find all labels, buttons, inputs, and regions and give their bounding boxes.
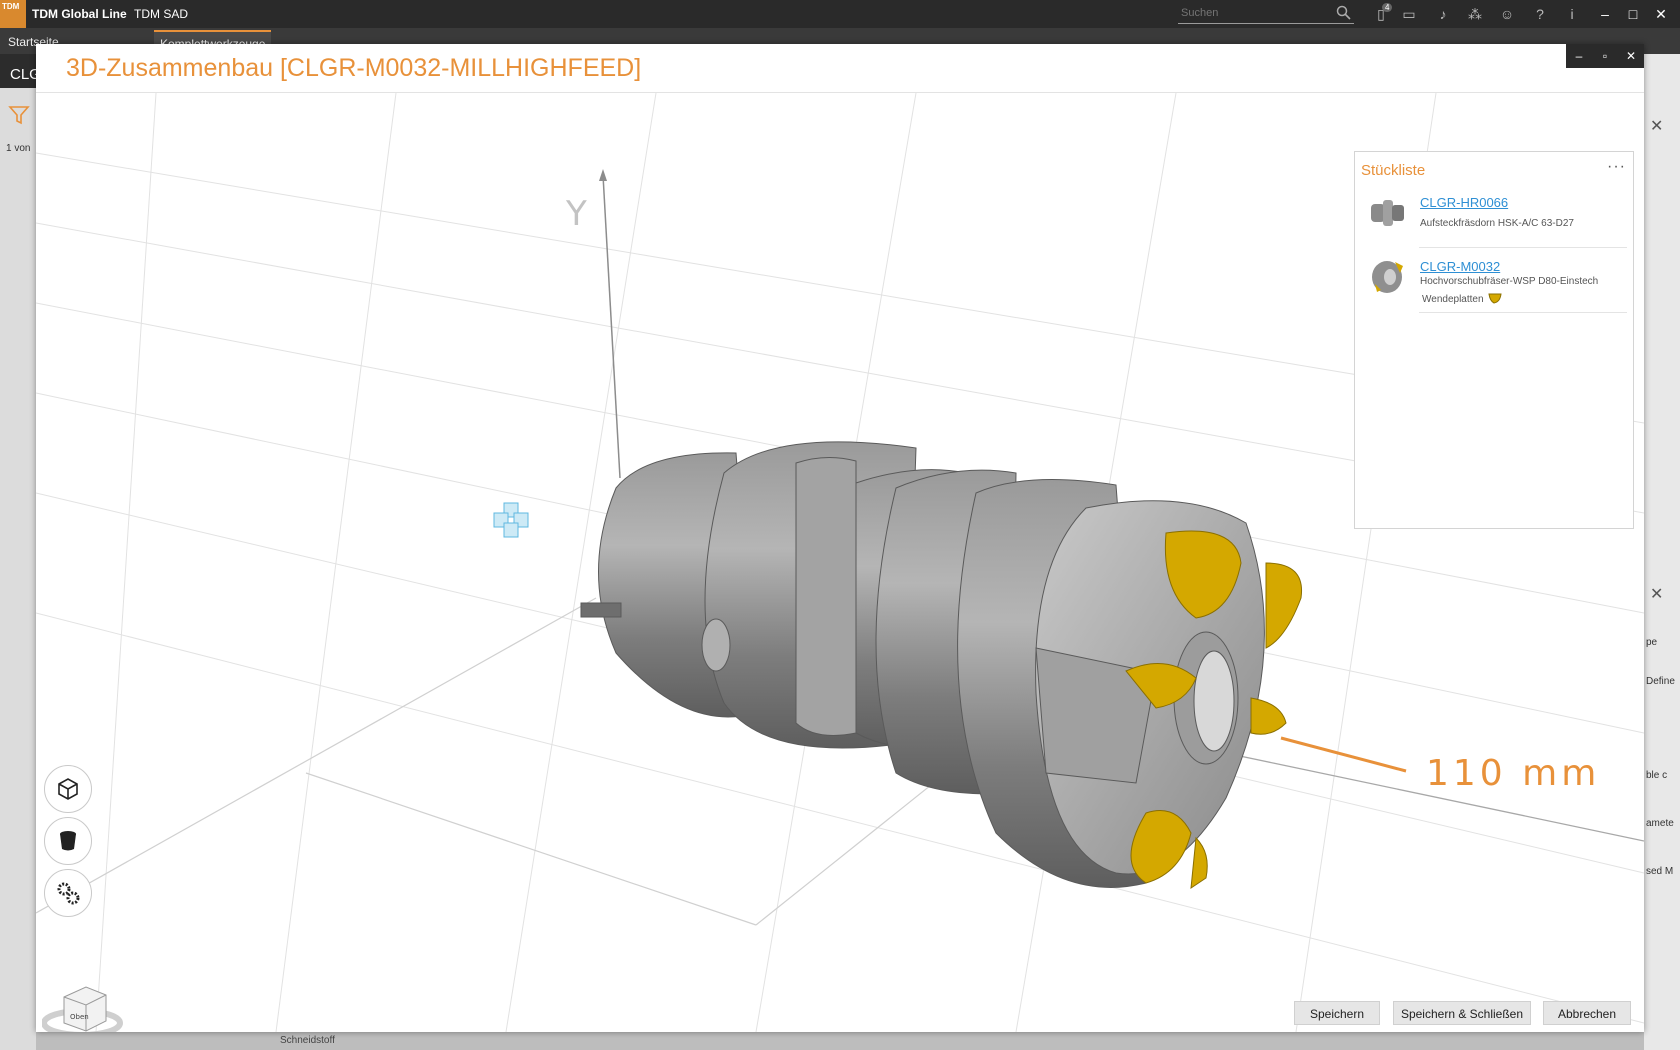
help-icon[interactable]: ? [1531, 5, 1549, 23]
part-description-1: Aufsteckfräsdorn HSK-A/C 63-D27 [1420, 218, 1574, 229]
part-sub-label: Wendeplatten [1422, 294, 1484, 305]
part-divider [1419, 312, 1627, 313]
more-options-icon[interactable]: ··· [1607, 158, 1626, 176]
save-close-button[interactable]: Speichern & Schließen [1393, 1001, 1531, 1025]
page-counter: 1 von [6, 143, 31, 154]
wireframe-cube-icon [58, 778, 78, 800]
view-cube-label: Oben [70, 1013, 89, 1021]
wireframe-view-button[interactable] [44, 765, 92, 813]
y-axis [602, 174, 621, 479]
notification-badge: 4 [1382, 3, 1393, 12]
info-icon[interactable]: i [1563, 5, 1581, 23]
dialog-window-controls: – ▫ ✕ [1566, 44, 1644, 68]
close-panel-icon[interactable]: ✕ [1650, 116, 1663, 136]
search-icon[interactable] [1336, 5, 1352, 21]
dialog-close-button[interactable]: ✕ [1618, 44, 1644, 68]
tdm-logo: TDM [0, 0, 26, 28]
parts-list-title: Stückliste [1361, 162, 1426, 179]
cylinder-icon [60, 831, 76, 851]
dialog-title: 3D-Zusammenbau [CLGR-M0032-MILLHIGHFEED] [66, 54, 642, 82]
dialog-restore-button[interactable]: ▫ [1592, 44, 1618, 68]
search-input[interactable] [1178, 3, 1334, 23]
part-thumbnail [1372, 261, 1403, 293]
bell-icon[interactable]: ♪ [1434, 5, 1452, 23]
close-panel-icon[interactable]: ✕ [1650, 584, 1663, 604]
background-left-field: CLG [0, 54, 41, 88]
module-name: TDM SAD [134, 7, 188, 21]
chat-icon[interactable]: ▭ [1400, 5, 1418, 23]
3d-viewport[interactable]: Y 110 mm Stückliste ··· CLGR-HR0066 Aufs… [36, 93, 1644, 1032]
app-title-bar: TDM TDM Global Line TDM SAD ▯ 4 ▭ ♪ ⁂ ☺ … [0, 0, 1680, 28]
network-icon[interactable]: ⁂ [1466, 5, 1484, 23]
product-name: TDM Global Line [32, 7, 127, 21]
search-box[interactable] [1178, 3, 1354, 24]
maximize-icon[interactable]: □ [1624, 5, 1642, 23]
dimension-line [1280, 736, 1407, 773]
part-description-2: Hochvorschubfräser-WSP D80-Einstech [1420, 276, 1599, 287]
part-divider [1419, 247, 1627, 248]
settings-button[interactable] [44, 869, 92, 917]
solid-view-button[interactable] [44, 817, 92, 865]
background-label: Schneidstoff [280, 1035, 335, 1046]
y-axis-arrow [599, 169, 607, 181]
filter-icon[interactable] [8, 104, 30, 126]
background-right-panel: ✕ ✕ pe Define ble c amete sed M [1644, 54, 1680, 1050]
part-thumbnail [1371, 200, 1404, 226]
part-link-1[interactable]: CLGR-HR0066 [1420, 195, 1508, 210]
y-axis-label: Y [565, 194, 587, 234]
background-left-panel [0, 54, 36, 1050]
minimize-icon[interactable]: – [1596, 5, 1614, 23]
save-button[interactable]: Speichern [1294, 1001, 1380, 1025]
cancel-button[interactable]: Abbrechen [1543, 1001, 1631, 1025]
user-icon[interactable]: ☺ [1498, 5, 1516, 23]
dimension-label: 110 mm [1426, 753, 1600, 794]
tool-assembly-model[interactable] [580, 441, 1303, 890]
parts-list-panel: Stückliste ··· CLGR-HR0066 Aufsteckfräsd… [1354, 151, 1634, 529]
assembly-dialog: 3D-Zusammenbau [CLGR-M0032-MILLHIGHFEED]… [36, 44, 1644, 1032]
insert-icon [1488, 293, 1502, 304]
view-cube[interactable]: Oben [42, 983, 126, 1032]
part-link-2[interactable]: CLGR-M0032 [1420, 259, 1500, 274]
dialog-minimize-button[interactable]: – [1566, 44, 1592, 68]
origin-marker-icon [493, 502, 529, 538]
close-icon[interactable]: ✕ [1652, 5, 1670, 23]
gears-icon [57, 882, 80, 905]
